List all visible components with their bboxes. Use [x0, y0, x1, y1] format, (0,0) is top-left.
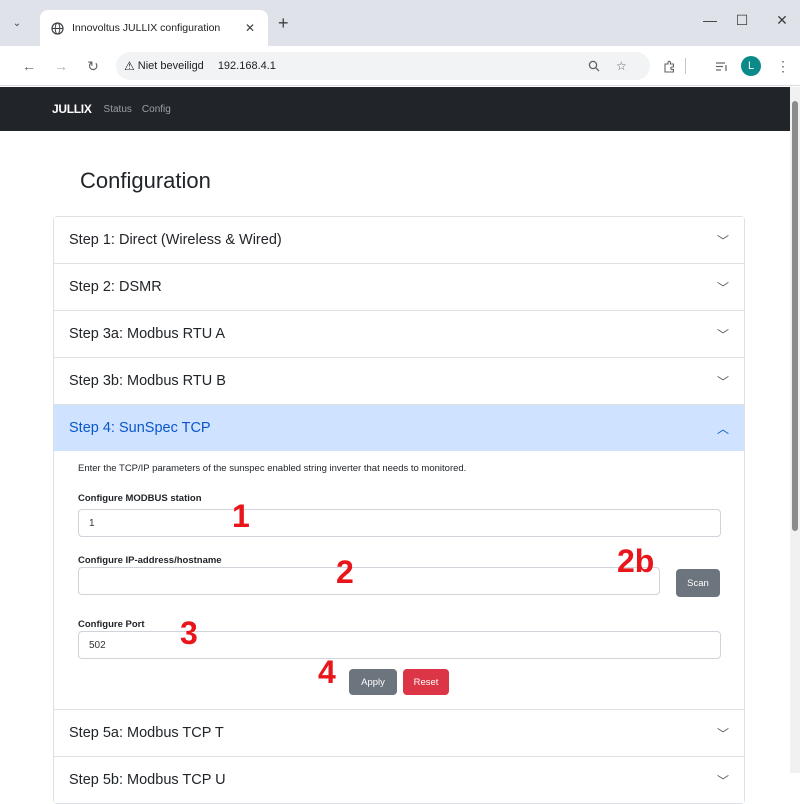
accordion-header-label: Step 3b: Modbus RTU B: [69, 373, 226, 389]
reset-button[interactable]: Reset: [403, 669, 449, 695]
browser-tab[interactable]: Innovoltus JULLIX configuration ✕: [40, 10, 268, 46]
toolbar-separator: [685, 58, 686, 74]
tab-close-icon[interactable]: ✕: [242, 21, 258, 35]
nav-link-status[interactable]: Status: [104, 104, 132, 115]
accordion-header-step-5b[interactable]: Step 5b: Modbus TCP U ﹀: [54, 757, 744, 803]
security-indicator[interactable]: ⚠ Niet beveiligd: [124, 59, 204, 73]
port-label: Configure Port: [78, 619, 145, 630]
bookmark-star-icon[interactable]: ☆: [616, 52, 627, 80]
config-accordion: Step 1: Direct (Wireless & Wired) ﹀ Step…: [53, 216, 745, 804]
apply-button[interactable]: Apply: [349, 669, 397, 695]
chevron-down-icon: ﹀: [716, 773, 729, 788]
warning-icon: ⚠: [124, 59, 135, 73]
accordion-header-label: Step 3a: Modbus RTU A: [69, 326, 226, 342]
accordion-header-label: Step 5a: Modbus TCP T: [69, 725, 224, 741]
modbus-station-input[interactable]: 1: [78, 509, 721, 537]
accordion-header-label: Step 5b: Modbus TCP U: [69, 772, 226, 788]
ip-address-input[interactable]: [78, 567, 660, 595]
chevron-up-icon: ︿: [716, 421, 729, 436]
tab-title: Innovoltus JULLIX configuration: [72, 22, 221, 34]
chevron-down-icon: ﹀: [716, 327, 729, 342]
zoom-icon[interactable]: [588, 52, 600, 80]
sunspec-description: Enter the TCP/IP parameters of the sunsp…: [78, 463, 467, 474]
chevron-down-icon: ﹀: [716, 726, 729, 741]
modbus-station-label: Configure MODBUS station: [78, 493, 202, 504]
annotation-3: 3: [180, 615, 198, 651]
close-window-button[interactable]: ✕: [772, 12, 792, 29]
profile-avatar[interactable]: L: [741, 56, 761, 76]
navbar-brand[interactable]: JULLIX: [52, 102, 92, 116]
accordion-header-step-1[interactable]: Step 1: Direct (Wireless & Wired) ﹀: [54, 217, 744, 263]
forward-arrow-icon[interactable]: →: [50, 55, 72, 77]
scan-button[interactable]: Scan: [676, 569, 720, 597]
browser-tab-strip: ⌄ Innovoltus JULLIX configuration ✕ + — …: [0, 0, 800, 46]
accordion-header-step-4[interactable]: Step 4: SunSpec TCP ︿: [54, 405, 744, 451]
back-arrow-icon[interactable]: ←: [18, 55, 40, 77]
site-navbar: JULLIX Status Config: [0, 87, 800, 131]
reload-icon[interactable]: ↻: [82, 55, 104, 77]
accordion-item: Step 2: DSMR ﹀: [54, 264, 744, 311]
accordion-item: Step 5b: Modbus TCP U ﹀: [54, 757, 744, 803]
media-queue-icon[interactable]: [710, 55, 732, 77]
nav-link-config[interactable]: Config: [142, 104, 171, 115]
accordion-header-step-5a[interactable]: Step 5a: Modbus TCP T ﹀: [54, 710, 744, 756]
url-text[interactable]: 192.168.4.1: [218, 60, 276, 72]
page-scrollbar[interactable]: [790, 87, 800, 773]
annotation-2: 2: [336, 554, 354, 590]
accordion-item: Step 1: Direct (Wireless & Wired) ﹀: [54, 217, 744, 264]
sunspec-form: Enter the TCP/IP parameters of the sunsp…: [54, 451, 744, 709]
page-title: Configuration: [80, 168, 211, 193]
accordion-header-step-2[interactable]: Step 2: DSMR ﹀: [54, 264, 744, 310]
maximize-button[interactable]: ☐: [732, 12, 752, 29]
accordion-item: Step 5a: Modbus TCP T ﹀: [54, 710, 744, 757]
chevron-down-icon: ﹀: [716, 280, 729, 295]
scrollbar-thumb[interactable]: [792, 101, 798, 531]
accordion-item: Step 3b: Modbus RTU B ﹀: [54, 358, 744, 405]
annotation-4: 4: [318, 654, 336, 690]
annotation-1: 1: [232, 498, 250, 534]
kebab-menu-icon[interactable]: ⋮: [772, 55, 794, 77]
chevron-down-icon: ﹀: [716, 374, 729, 389]
ip-address-label: Configure IP-address/hostname: [78, 555, 222, 566]
annotation-2b: 2b: [617, 543, 655, 579]
minimize-button[interactable]: —: [700, 12, 720, 28]
accordion-header-label: Step 1: Direct (Wireless & Wired): [69, 232, 282, 248]
chevron-down-icon: ﹀: [716, 233, 729, 248]
browser-toolbar: ← → ↻ ⚠ Niet beveiligd 192.168.4.1 ☆ L ⋮: [0, 46, 800, 86]
accordion-item: Step 3a: Modbus RTU A ﹀: [54, 311, 744, 358]
port-input[interactable]: 502: [78, 631, 721, 659]
security-label: Niet beveiligd: [137, 60, 204, 72]
accordion-header-step-3b[interactable]: Step 3b: Modbus RTU B ﹀: [54, 358, 744, 404]
extensions-icon[interactable]: [658, 55, 680, 77]
accordion-header-step-3a[interactable]: Step 3a: Modbus RTU A ﹀: [54, 311, 744, 357]
globe-icon: [50, 21, 64, 35]
accordion-header-label: Step 4: SunSpec TCP: [69, 420, 211, 436]
accordion-header-label: Step 2: DSMR: [69, 279, 162, 295]
address-bar[interactable]: ⚠ Niet beveiligd 192.168.4.1 ☆: [116, 52, 650, 80]
new-tab-button[interactable]: +: [278, 14, 289, 32]
tab-search-chevron-icon[interactable]: ⌄: [8, 14, 26, 32]
